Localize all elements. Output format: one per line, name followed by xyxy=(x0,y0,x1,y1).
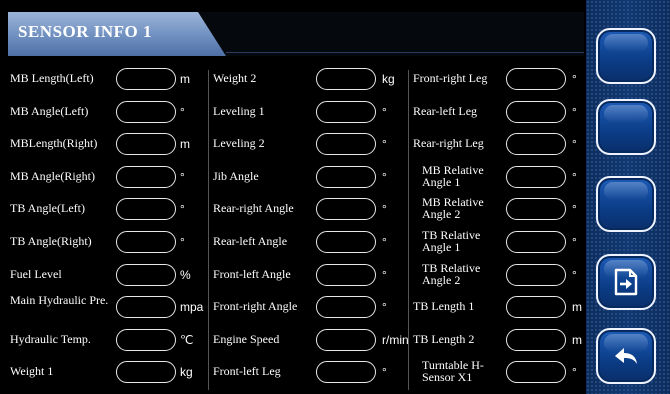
back-button[interactable] xyxy=(596,328,656,384)
sensor-unit: ° xyxy=(572,202,577,217)
sensor-row: MB Relative Angle 1 ° xyxy=(8,161,584,193)
header-bar: SENSOR INFO 1 xyxy=(8,12,584,56)
sensor-row: Rear-right Leg ° xyxy=(8,128,584,160)
sensor-value-field xyxy=(506,328,566,351)
sensor-label: Rear-left Leg xyxy=(413,103,478,118)
sensor-row: Turntable H-Sensor X1 ° xyxy=(8,356,584,388)
sensor-value-field xyxy=(506,296,566,319)
side-button-3[interactable] xyxy=(596,176,656,232)
sensor-value-field xyxy=(506,133,566,156)
sensor-unit: ° xyxy=(572,72,577,86)
sensor-unit: ° xyxy=(572,137,577,152)
sensor-value-field xyxy=(506,361,566,384)
export-icon xyxy=(614,268,638,296)
sensor-label: Rear-right Leg xyxy=(413,136,484,151)
sensor-grid: MB Length(Left) m MB Angle(Left) ° MBLength(… xyxy=(8,58,584,390)
sensor-label: TB Relative Angle 2 xyxy=(422,260,481,287)
sensor-value-field xyxy=(506,165,566,188)
sensor-row: Front-right Leg ° xyxy=(8,63,584,95)
sensor-row: TB Length 1 m xyxy=(8,291,584,323)
sensor-value-field xyxy=(506,100,566,123)
sensor-unit: ° xyxy=(572,235,577,249)
sensor-row: TB Length 2 m xyxy=(8,324,584,356)
screen: SENSOR INFO 1 MB Length(Left) m MB Angle(L… xyxy=(0,0,670,394)
sensor-label: MB Relative Angle 2 xyxy=(422,195,484,222)
sensor-row: TB Relative Angle 1 ° xyxy=(8,226,584,258)
sensor-label: MB Relative Angle 1 xyxy=(422,162,484,189)
sensor-row: Rear-left Leg ° xyxy=(8,96,584,128)
sensor-label: Front-right Leg xyxy=(413,71,488,85)
sensor-unit: ° xyxy=(572,365,577,380)
export-button[interactable] xyxy=(596,254,656,310)
side-button-2[interactable] xyxy=(596,99,656,155)
back-arrow-icon xyxy=(615,348,637,364)
sensor-value-field xyxy=(506,263,566,286)
side-button-1[interactable] xyxy=(596,28,656,84)
sensor-unit: m xyxy=(572,300,582,315)
sensor-label: TB Relative Angle 1 xyxy=(422,228,481,254)
sensor-label: TB Length 1 xyxy=(413,299,475,314)
sensor-value-field xyxy=(506,68,566,90)
sensor-unit: ° xyxy=(572,267,577,282)
sensor-value-field xyxy=(506,231,566,253)
header-divider xyxy=(226,52,584,53)
sensor-label: Turntable H-Sensor X1 xyxy=(422,358,484,385)
sensor-unit: m xyxy=(572,332,582,347)
sensor-value-field xyxy=(506,198,566,221)
page-title: SENSOR INFO 1 xyxy=(18,22,153,41)
sensor-row: MB Relative Angle 2 ° xyxy=(8,193,584,225)
sensor-unit: ° xyxy=(572,104,577,119)
sensor-unit: ° xyxy=(572,169,577,184)
side-panel xyxy=(586,0,670,394)
sensor-row: TB Relative Angle 2 ° xyxy=(8,259,584,291)
sensor-label: TB Length 2 xyxy=(413,331,475,346)
